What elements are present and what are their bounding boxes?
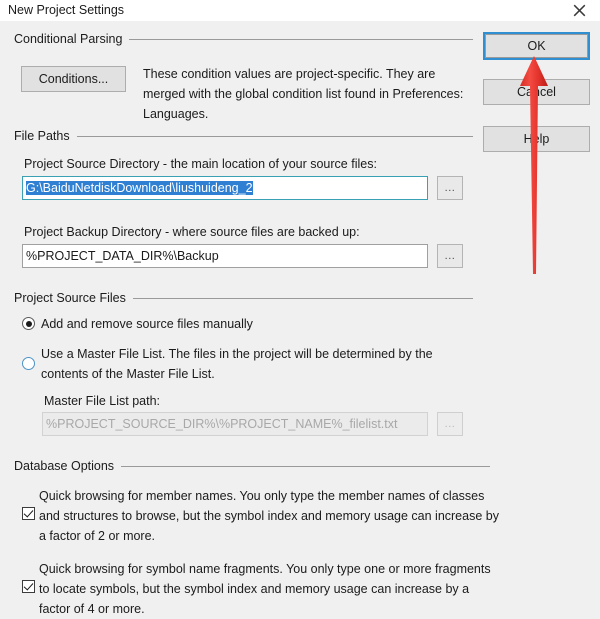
- master-file-list-path-value: %PROJECT_SOURCE_DIR%\%PROJECT_NAME%_file…: [46, 417, 398, 431]
- source-directory-input[interactable]: G:\BaiduNetdiskDownload\liushuideng_2: [22, 176, 428, 200]
- backup-directory-value: %PROJECT_DATA_DIR%\Backup: [26, 249, 219, 263]
- radio-master-indicator[interactable]: [22, 357, 35, 370]
- window-title: New Project Settings: [8, 3, 125, 17]
- group-label-project-source-files: Project Source Files: [14, 291, 126, 305]
- checkbox-symbol-fragments-label: Quick browsing for symbol name fragments…: [39, 562, 491, 616]
- group-file-paths: File Paths: [14, 129, 473, 143]
- radio-manual-label: Add and remove source files manually: [41, 317, 253, 331]
- master-file-list-path-input: %PROJECT_SOURCE_DIR%\%PROJECT_NAME%_file…: [42, 412, 428, 436]
- group-label-conditional-parsing: Conditional Parsing: [14, 32, 123, 46]
- master-file-list-browse-button: ...: [437, 412, 463, 436]
- close-button[interactable]: [558, 0, 600, 21]
- group-divider: [76, 135, 473, 137]
- checkbox-row-symbol-fragments[interactable]: Quick browsing for symbol name fragments…: [22, 559, 492, 619]
- close-icon: [573, 4, 586, 17]
- group-label-database-options: Database Options: [14, 459, 115, 473]
- radio-add-remove-manually[interactable]: Add and remove source files manually: [22, 315, 452, 333]
- radio-master-label: Use a Master File List. The files in the…: [41, 347, 433, 381]
- checkbox-row-member-names[interactable]: Quick browsing for member names. You onl…: [22, 486, 499, 546]
- backup-directory-browse-button[interactable]: ...: [437, 244, 463, 268]
- source-directory-label: Project Source Directory - the main loca…: [24, 157, 377, 171]
- conditions-button[interactable]: Conditions...: [21, 66, 126, 92]
- group-label-file-paths: File Paths: [14, 129, 70, 143]
- radio-manual-indicator[interactable]: [22, 317, 35, 330]
- title-bar: New Project Settings: [0, 0, 600, 22]
- checkbox-member-names-label: Quick browsing for member names. You onl…: [39, 489, 499, 543]
- group-divider: [121, 465, 490, 467]
- group-database-options: Database Options: [14, 459, 490, 473]
- group-project-source-files: Project Source Files: [14, 291, 473, 305]
- radio-use-master-file-list[interactable]: Use a Master File List. The files in the…: [22, 344, 472, 384]
- checkbox-member-names[interactable]: [22, 507, 35, 520]
- group-divider: [132, 297, 473, 299]
- group-divider: [129, 38, 473, 40]
- source-directory-value: G:\BaiduNetdiskDownload\liushuideng_2: [26, 181, 253, 195]
- conditional-parsing-description: These condition values are project-speci…: [143, 67, 464, 121]
- cancel-button[interactable]: Cancel: [483, 79, 590, 105]
- backup-directory-input[interactable]: %PROJECT_DATA_DIR%\Backup: [22, 244, 428, 268]
- master-file-list-path-label: Master File List path:: [44, 394, 161, 408]
- dialog-body: Conditional Parsing Conditions... These …: [0, 21, 600, 619]
- source-directory-browse-button[interactable]: ...: [437, 176, 463, 200]
- ok-button[interactable]: OK: [485, 34, 588, 58]
- checkbox-symbol-fragments[interactable]: [22, 580, 35, 593]
- help-button[interactable]: Help: [483, 126, 590, 152]
- group-conditional-parsing: Conditional Parsing: [14, 32, 473, 46]
- backup-directory-label: Project Backup Directory - where source …: [24, 225, 360, 239]
